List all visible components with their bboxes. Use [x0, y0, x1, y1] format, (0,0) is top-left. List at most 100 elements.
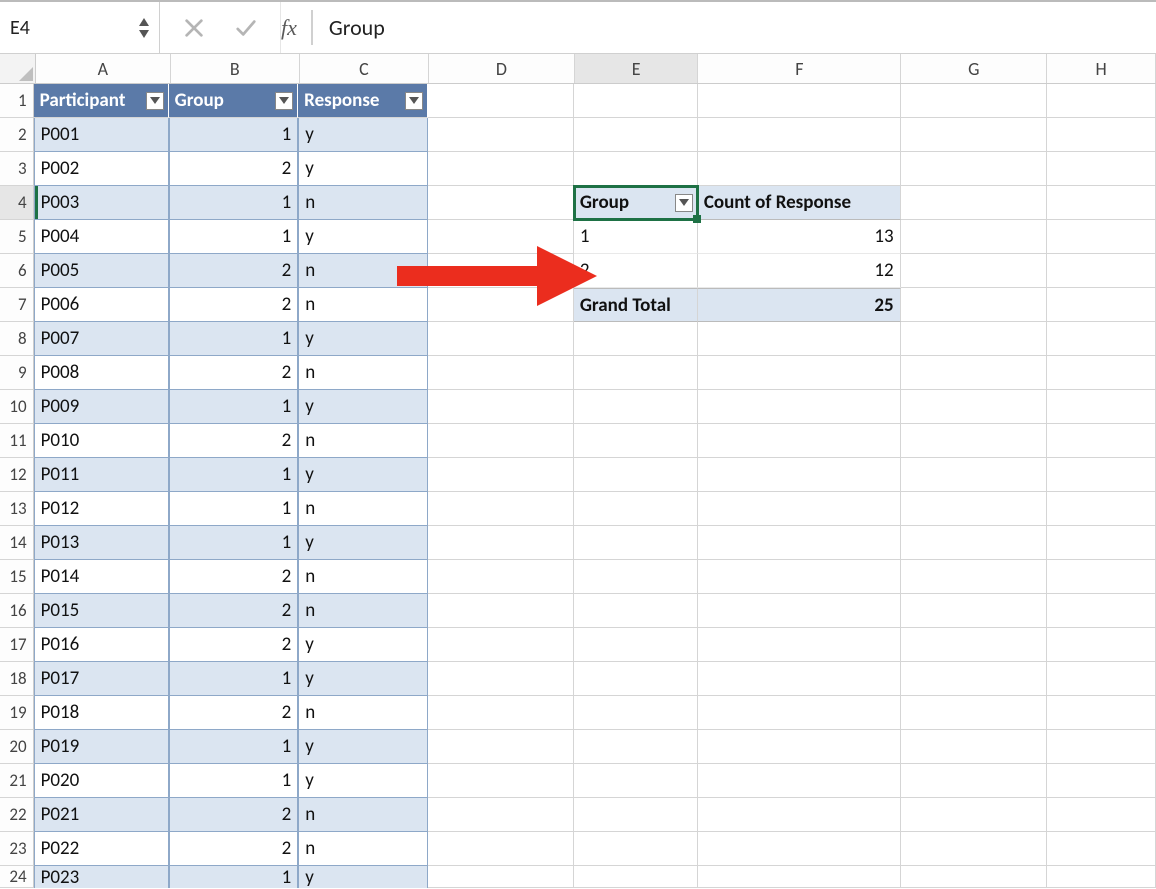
filter-participant[interactable]	[146, 92, 164, 110]
cell-blank[interactable]	[698, 492, 901, 526]
cell-response[interactable]: n	[298, 424, 428, 458]
pivot-header-group[interactable]: Group	[574, 186, 698, 220]
row-header-9[interactable]: 9	[0, 356, 34, 390]
cell-blank[interactable]	[428, 832, 574, 866]
cell-blank[interactable]	[901, 424, 1047, 458]
cell-blank[interactable]	[698, 594, 901, 628]
cell-blank[interactable]	[901, 662, 1047, 696]
cell-blank[interactable]	[574, 696, 698, 730]
cell-blank[interactable]	[574, 594, 698, 628]
column-header-D[interactable]: D	[429, 54, 575, 83]
row-header-22[interactable]: 22	[0, 798, 34, 832]
cell-blank[interactable]	[698, 730, 901, 764]
cell-group[interactable]: 2	[169, 560, 299, 594]
cell-blank[interactable]	[901, 696, 1047, 730]
row-header-10[interactable]: 10	[0, 390, 34, 424]
row-header-16[interactable]: 16	[0, 594, 34, 628]
cell-blank[interactable]	[901, 866, 1047, 888]
cell-blank[interactable]	[698, 424, 901, 458]
row-header-8[interactable]: 8	[0, 322, 34, 356]
cell-response[interactable]: y	[298, 662, 428, 696]
cell-blank[interactable]	[428, 526, 574, 560]
enter-icon[interactable]	[234, 16, 258, 40]
cell-blank[interactable]	[1047, 526, 1156, 560]
cell-blank[interactable]	[574, 356, 698, 390]
cell-participant[interactable]: P019	[34, 730, 169, 764]
cell-blank[interactable]	[698, 458, 901, 492]
cell-blank[interactable]	[428, 696, 574, 730]
cell-group[interactable]: 1	[169, 390, 299, 424]
cell-blank[interactable]	[428, 628, 574, 662]
cell-blank[interactable]	[698, 526, 901, 560]
cell-participant[interactable]: P005	[34, 254, 169, 288]
cell-blank[interactable]	[428, 492, 574, 526]
cell-blank[interactable]	[901, 594, 1047, 628]
row-header-1[interactable]: 1	[0, 84, 34, 118]
cell-blank[interactable]	[901, 764, 1047, 798]
cell-response[interactable]: n	[298, 186, 428, 220]
cell-blank[interactable]	[901, 832, 1047, 866]
cell-blank[interactable]	[428, 220, 574, 254]
cell-response[interactable]: y	[298, 152, 428, 186]
column-header-H[interactable]: H	[1047, 54, 1156, 83]
cell-blank[interactable]	[428, 186, 574, 220]
cell-blank[interactable]	[574, 84, 698, 118]
cell-group[interactable]: 2	[169, 594, 299, 628]
pivot-grand-total-value[interactable]: 25	[698, 288, 901, 322]
cell-blank[interactable]	[574, 764, 698, 798]
pivot-filter-group[interactable]	[675, 194, 693, 212]
cell-group[interactable]: 2	[169, 254, 299, 288]
cell-response[interactable]: y	[298, 764, 428, 798]
cell-blank[interactable]	[428, 866, 574, 888]
cell-blank[interactable]	[901, 798, 1047, 832]
cell-group[interactable]: 2	[169, 424, 299, 458]
row-header-3[interactable]: 3	[0, 152, 34, 186]
cell-blank[interactable]	[574, 152, 698, 186]
cell-blank[interactable]	[574, 628, 698, 662]
cell-blank[interactable]	[1047, 458, 1156, 492]
cell-blank[interactable]	[574, 730, 698, 764]
cell-blank[interactable]	[574, 492, 698, 526]
cell-blank[interactable]	[428, 84, 574, 118]
cell-blank[interactable]	[1047, 118, 1156, 152]
row-header-4[interactable]: 4	[0, 186, 34, 220]
cell-blank[interactable]	[1047, 866, 1156, 888]
cell-participant[interactable]: P001	[34, 118, 169, 152]
cell-blank[interactable]	[901, 458, 1047, 492]
cell-response[interactable]: y	[298, 628, 428, 662]
cell-group[interactable]: 1	[169, 526, 299, 560]
cell-blank[interactable]	[1047, 390, 1156, 424]
cell-blank[interactable]	[574, 560, 698, 594]
cell-blank[interactable]	[574, 322, 698, 356]
pivot-row-value[interactable]: 12	[698, 254, 901, 288]
row-header-21[interactable]: 21	[0, 764, 34, 798]
cell-blank[interactable]	[698, 152, 901, 186]
cell-blank[interactable]	[698, 560, 901, 594]
cell-blank[interactable]	[1047, 798, 1156, 832]
cell-group[interactable]: 2	[169, 832, 299, 866]
cell-response[interactable]: y	[298, 322, 428, 356]
cell-blank[interactable]	[1047, 220, 1156, 254]
cell-blank[interactable]	[901, 288, 1047, 322]
cell-group[interactable]: 1	[169, 458, 299, 492]
cell-blank[interactable]	[901, 118, 1047, 152]
row-header-11[interactable]: 11	[0, 424, 34, 458]
cell-blank[interactable]	[1047, 356, 1156, 390]
cell-blank[interactable]	[428, 458, 574, 492]
pivot-grand-total-label[interactable]: Grand Total	[574, 288, 698, 322]
cell-response[interactable]: n	[298, 356, 428, 390]
cell-participant[interactable]: P003	[34, 186, 169, 220]
cell-response[interactable]: y	[298, 390, 428, 424]
cell-participant[interactable]: P017	[34, 662, 169, 696]
cell-group[interactable]: 2	[169, 628, 299, 662]
cell-blank[interactable]	[1047, 696, 1156, 730]
filter-response[interactable]	[405, 92, 423, 110]
cell-blank[interactable]	[574, 390, 698, 424]
cell-blank[interactable]	[1047, 832, 1156, 866]
cell-blank[interactable]	[1047, 152, 1156, 186]
cell-blank[interactable]	[1047, 288, 1156, 322]
cell-blank[interactable]	[1047, 594, 1156, 628]
table-header-response[interactable]: Response	[298, 84, 428, 118]
cell-participant[interactable]: P011	[34, 458, 169, 492]
cell-blank[interactable]	[574, 458, 698, 492]
